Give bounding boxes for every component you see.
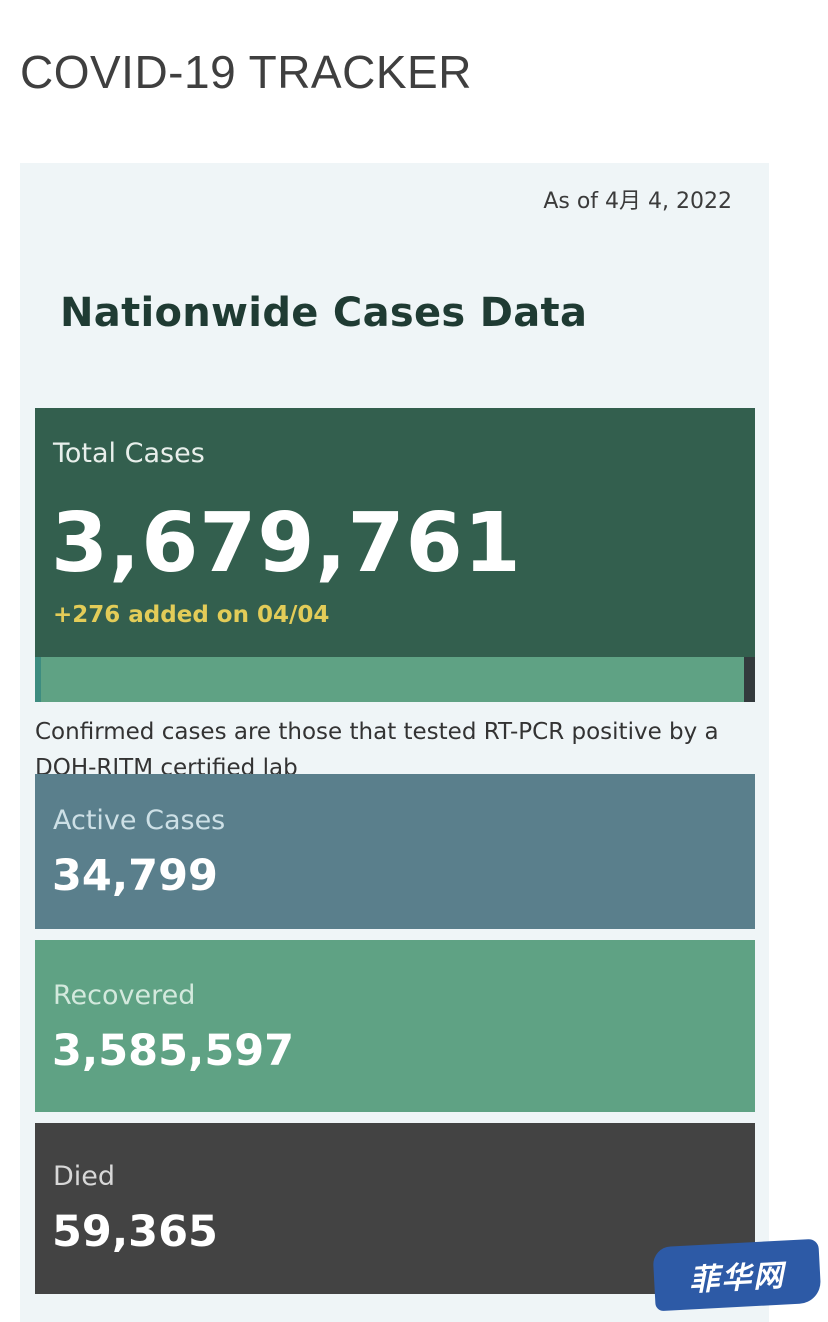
total-cases-breakdown-bar (35, 657, 755, 702)
section-heading: Nationwide Cases Data (60, 290, 588, 336)
active-cases-label: Active Cases (53, 805, 226, 836)
watermark-logo: 菲华网 (652, 1238, 822, 1312)
confirmed-cases-note: Confirmed cases are those that tested RT… (35, 719, 719, 774)
recovered-value: 3,585,597 (52, 1026, 295, 1076)
total-cases-card: Total Cases 3,679,761 +276 added on 04/0… (35, 408, 755, 657)
died-label: Died (53, 1161, 116, 1192)
covid-dashboard: As of 4月 4, 2022 Nationwide Cases Data T… (20, 163, 769, 1322)
active-cases-value: 34,799 (52, 851, 218, 901)
total-cases-value: 3,679,761 (51, 496, 522, 591)
total-cases-added: +276 added on 04/04 (53, 602, 330, 628)
died-card: Died 59,365 (35, 1123, 755, 1294)
recovered-card: Recovered 3,585,597 (35, 940, 755, 1112)
active-cases-card: Active Cases 34,799 (35, 774, 755, 929)
died-value: 59,365 (52, 1207, 218, 1257)
total-cases-label: Total Cases (53, 438, 205, 469)
watermark-text: 菲华网 (688, 1258, 787, 1299)
recovered-label: Recovered (53, 980, 196, 1011)
bar-segment-died (744, 657, 755, 702)
as-of-date: As of 4月 4, 2022 (543, 189, 732, 214)
page-title: COVID-19 TRACKER (20, 46, 472, 98)
bar-segment-active (35, 657, 41, 702)
